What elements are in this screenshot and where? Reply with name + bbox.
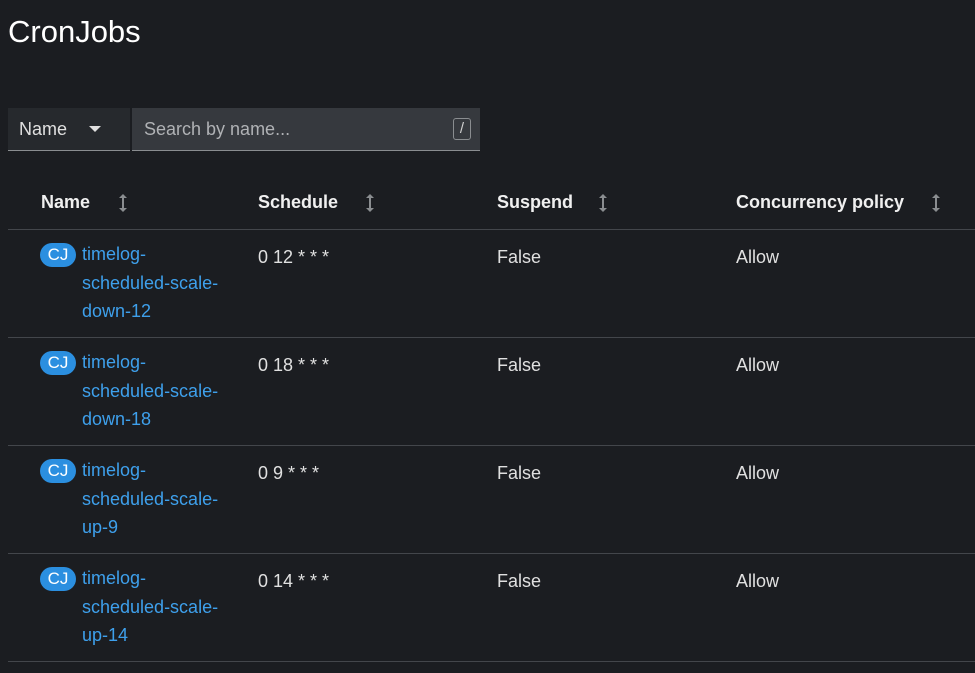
table-row: CJ timelog- scheduled-scale- down-18 0 1…	[8, 338, 975, 446]
concurrency-cell: Allow	[736, 355, 780, 375]
cronjob-badge: CJ	[40, 567, 76, 591]
table-row: CJ timelog- scheduled-scale- down-12 0 1…	[8, 230, 975, 338]
concurrency-cell: Allow	[736, 463, 780, 483]
schedule-cell: 0 12 * * *	[258, 247, 330, 267]
filter-type-dropdown[interactable]: Name	[8, 108, 130, 151]
concurrency-cell: Allow	[736, 571, 780, 591]
search-box: /	[132, 108, 480, 151]
schedule-cell: 0 14 * * *	[258, 571, 330, 591]
cronjob-badge: CJ	[40, 351, 76, 375]
cronjob-name-link[interactable]: timelog- scheduled-scale- down-12	[82, 240, 242, 326]
cronjobs-table: Name Schedule Suspend Concurrency policy…	[8, 178, 975, 662]
sort-icon	[599, 194, 607, 212]
cronjob-name-link[interactable]: timelog- scheduled-scale- up-14	[82, 564, 242, 650]
cronjob-badge: CJ	[40, 243, 76, 267]
filter-toolbar: Name /	[8, 108, 480, 151]
search-input[interactable]	[132, 108, 432, 150]
column-header-label: Name	[41, 192, 91, 212]
column-header-schedule[interactable]: Schedule	[258, 192, 374, 213]
suspend-cell: False	[497, 247, 542, 267]
sort-icon	[366, 194, 374, 212]
suspend-cell: False	[497, 463, 542, 483]
suspend-cell: False	[497, 571, 542, 591]
caret-down-icon	[89, 126, 102, 132]
table-row: CJ timelog- scheduled-scale- up-9 0 9 * …	[8, 446, 975, 554]
cronjobs-page: CronJobs Name / Name Schedule Suspend	[0, 0, 975, 673]
page-title: CronJobs	[8, 14, 141, 49]
suspend-cell: False	[497, 355, 542, 375]
filter-type-label: Name	[19, 118, 68, 139]
column-header-label: Schedule	[258, 192, 339, 212]
schedule-cell: 0 18 * * *	[258, 355, 330, 375]
table-header: Name Schedule Suspend Concurrency policy	[8, 178, 975, 230]
concurrency-cell: Allow	[736, 247, 780, 267]
sort-icon	[932, 194, 940, 212]
column-header-name[interactable]: Name	[41, 192, 127, 213]
cronjob-badge: CJ	[40, 459, 76, 483]
column-header-label: Suspend	[497, 192, 574, 212]
table-row: CJ timelog- scheduled-scale- up-14 0 14 …	[8, 554, 975, 662]
column-header-suspend[interactable]: Suspend	[497, 192, 607, 213]
cronjob-name-link[interactable]: timelog- scheduled-scale- down-18	[82, 348, 242, 434]
sort-icon	[119, 194, 127, 212]
keyboard-shortcut-hint: /	[453, 118, 471, 140]
cronjob-name-link[interactable]: timelog- scheduled-scale- up-9	[82, 456, 242, 542]
column-header-label: Concurrency policy	[736, 192, 905, 212]
column-header-concurrency-policy[interactable]: Concurrency policy	[736, 192, 940, 213]
schedule-cell: 0 9 * * *	[258, 463, 320, 483]
